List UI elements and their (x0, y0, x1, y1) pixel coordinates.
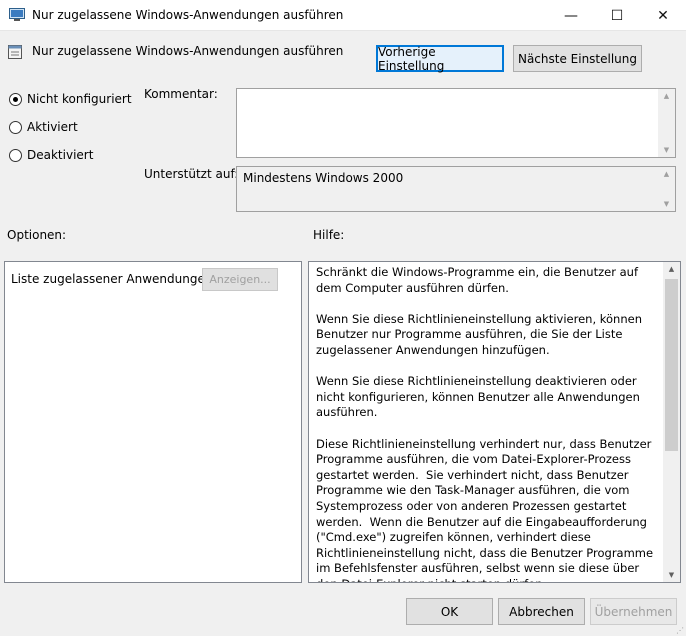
scroll-up-icon[interactable]: ▲ (658, 89, 675, 103)
comment-field[interactable]: ▲ ▼ (236, 88, 676, 158)
window-title: Nur zugelassene Windows-Anwendungen ausf… (32, 8, 344, 22)
scroll-down-icon[interactable]: ▼ (658, 197, 675, 211)
radio-label: Aktiviert (27, 120, 78, 134)
close-button[interactable]: ✕ (640, 0, 686, 31)
policy-setting-icon (8, 45, 22, 59)
title-bar[interactable]: Nur zugelassene Windows-Anwendungen ausf… (0, 0, 686, 31)
apply-button: Übernehmen (590, 598, 677, 625)
help-panel[interactable]: Schränkt die Windows-Programme ein, die … (308, 261, 681, 583)
supported-scrollbar[interactable]: ▲ ▼ (658, 167, 675, 211)
scroll-up-icon[interactable]: ▲ (658, 167, 675, 181)
supported-value: Mindestens Windows 2000 (243, 171, 404, 185)
policy-name: Nur zugelassene Windows-Anwendungen ausf… (32, 44, 344, 58)
help-scrollbar[interactable]: ▲ ▼ (663, 262, 680, 582)
ok-button[interactable]: OK (406, 598, 493, 625)
scroll-down-icon[interactable]: ▼ (663, 568, 680, 582)
radio-enabled[interactable]: Aktiviert (9, 120, 78, 134)
previous-setting-button[interactable]: Vorherige Einstellung (376, 45, 504, 73)
radio-label: Nicht konfiguriert (27, 92, 132, 106)
supported-field: Mindestens Windows 2000 ▲ ▼ (236, 166, 676, 212)
supported-label: Unterstützt auf: (144, 167, 239, 181)
radio-indicator[interactable] (9, 120, 22, 134)
options-label: Optionen: (7, 228, 67, 242)
scroll-up-icon[interactable]: ▲ (663, 262, 680, 276)
radio-selected-indicator[interactable] (9, 92, 22, 106)
radio-label: Deaktiviert (27, 148, 94, 162)
cancel-button[interactable]: Abbrechen (498, 598, 585, 625)
resize-grip-icon[interactable]: ⋰ (676, 626, 684, 635)
help-label: Hilfe: (313, 228, 345, 242)
scroll-down-icon[interactable]: ▼ (658, 143, 675, 157)
allowed-apps-label: Liste zugelassener Anwendungen (11, 272, 213, 286)
show-button: Anzeigen... (202, 268, 278, 291)
radio-not-configured[interactable]: Nicht konfiguriert (9, 92, 132, 106)
radio-indicator[interactable] (9, 148, 22, 162)
maximize-button[interactable]: ☐ (594, 0, 640, 31)
policy-window-icon (9, 8, 25, 21)
scroll-thumb[interactable] (665, 279, 678, 451)
next-setting-button[interactable]: Nächste Einstellung (513, 45, 642, 72)
options-panel: Liste zugelassener Anwendungen Anzeigen.… (4, 261, 302, 583)
comment-scrollbar[interactable]: ▲ ▼ (658, 89, 675, 157)
help-text: Schränkt die Windows-Programme ein, die … (316, 265, 654, 582)
radio-disabled[interactable]: Deaktiviert (9, 148, 93, 162)
comment-label: Kommentar: (144, 87, 218, 101)
minimize-button[interactable]: — (548, 0, 594, 31)
